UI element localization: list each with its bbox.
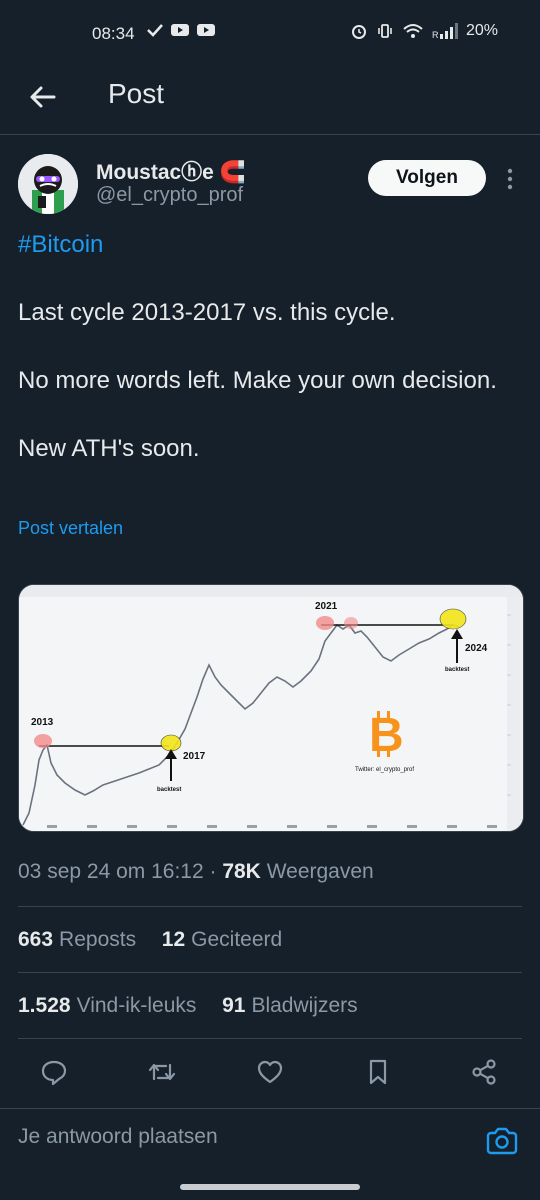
- repost-icon: [148, 1063, 176, 1081]
- vibrate-icon: [378, 24, 392, 38]
- repost-stats: 663 Reposts 12 Geciteerd: [18, 928, 282, 952]
- heart-icon: [257, 1060, 283, 1084]
- status-notification-icons: [146, 22, 216, 38]
- wifi-icon: [403, 24, 423, 38]
- back-arrow-icon[interactable]: [26, 80, 60, 114]
- svg-text:R: R: [432, 30, 439, 40]
- share-icon: [472, 1059, 496, 1085]
- bookmark-icon: [369, 1059, 387, 1085]
- svg-text:B: B: [369, 709, 404, 762]
- alarm-icon: [351, 25, 366, 39]
- hashtag-link[interactable]: #Bitcoin: [18, 231, 103, 258]
- label-backtest: backtest: [445, 667, 469, 673]
- status-bar: 08:34 R 20%: [0, 0, 540, 70]
- label-backtest: backtest: [157, 787, 181, 793]
- likes-label: Vind-ik-leuks: [76, 994, 197, 1017]
- status-system-icons: R 20%: [350, 22, 498, 40]
- post-text: #Bitcoin Last cycle 2013-2017 vs. this c…: [18, 228, 518, 466]
- app-bar: Post: [0, 70, 540, 135]
- quotes-label: Geciteerd: [191, 928, 283, 951]
- views-label: Weergaven: [266, 860, 374, 883]
- author-handle[interactable]: @el_crypto_prof: [96, 184, 243, 207]
- label-2017: 2017: [183, 751, 206, 762]
- avatar[interactable]: [18, 154, 78, 214]
- battery-percent: 20%: [465, 22, 498, 39]
- post-meta: 03 sep 24 om 16:12 · 78K Weergaven: [18, 860, 374, 884]
- quotes-count: 12: [161, 928, 186, 951]
- reposts-label: Reposts: [59, 928, 137, 951]
- post-text-line: New ATH's soon.: [18, 435, 200, 462]
- post-text-line: Last cycle 2013-2017 vs. this cycle.: [18, 299, 396, 326]
- bookmarks-count: 91: [222, 994, 246, 1017]
- label-2024: 2024: [465, 643, 488, 654]
- bookmark-button[interactable]: [356, 1050, 400, 1094]
- page-title: Post: [108, 78, 165, 109]
- divider: [18, 906, 522, 907]
- like-button[interactable]: [248, 1050, 292, 1094]
- more-options-icon[interactable]: [502, 166, 518, 192]
- likes-stat[interactable]: 1.528 Vind-ik-leuks: [18, 994, 196, 1017]
- views-count: 78K: [222, 860, 261, 883]
- author-display-name[interactable]: Moustacⓗe 🧲: [96, 156, 246, 186]
- post-text-line: No more words left. Make your own decisi…: [18, 367, 497, 394]
- reply-input[interactable]: Je antwoord plaatsen: [18, 1125, 218, 1149]
- signal-icon: R: [432, 23, 458, 40]
- bitcoin-logo: B: [369, 709, 404, 762]
- check-icon: [147, 24, 163, 37]
- bookmarks-label: Bladwijzers: [251, 994, 358, 1017]
- bookmarks-stat[interactable]: 91 Bladwijzers: [222, 994, 358, 1017]
- label-credit: Twitter: el_crypto_prof: [355, 767, 414, 773]
- likes-count: 1.528: [18, 994, 71, 1017]
- translate-post-link[interactable]: Post vertalen: [18, 518, 123, 539]
- reposts-stat[interactable]: 663 Reposts: [18, 928, 136, 951]
- divider: [18, 1038, 522, 1039]
- quotes-stat[interactable]: 12 Geciteerd: [162, 928, 282, 951]
- label-2013: 2013: [31, 717, 54, 728]
- status-time: 08:34: [92, 24, 135, 43]
- share-button[interactable]: [462, 1050, 506, 1094]
- home-indicator[interactable]: [180, 1184, 360, 1190]
- meta-separator: ·: [209, 860, 217, 883]
- post-media-image[interactable]: B 2013 2017 2021 2024 backtest backtest …: [18, 584, 524, 832]
- post-author: Moustacⓗe 🧲 @el_crypto_prof Volgen: [18, 154, 522, 214]
- post-action-bar: [0, 1050, 540, 1100]
- label-2021: 2021: [315, 601, 338, 612]
- like-stats: 1.528 Vind-ik-leuks 91 Bladwijzers: [18, 994, 358, 1018]
- reply-composer: Je antwoord plaatsen: [0, 1108, 540, 1173]
- youtube-icon: [197, 24, 215, 36]
- repost-button[interactable]: [140, 1050, 184, 1094]
- reposts-count: 663: [18, 928, 54, 951]
- divider: [18, 972, 522, 973]
- youtube-icon: [171, 24, 189, 36]
- follow-button[interactable]: Volgen: [368, 160, 486, 196]
- camera-icon[interactable]: [484, 1123, 520, 1159]
- reply-icon: [41, 1060, 67, 1086]
- reply-button[interactable]: [32, 1050, 76, 1094]
- post-timestamp[interactable]: 03 sep 24 om 16:12: [18, 860, 204, 883]
- bitcoin-chart-image: B 2013 2017 2021 2024 backtest backtest …: [19, 585, 523, 831]
